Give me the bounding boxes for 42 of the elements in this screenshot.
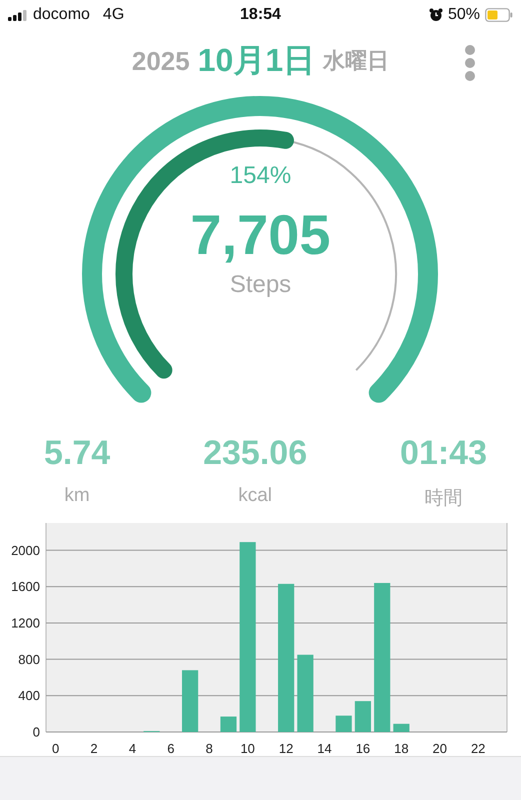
x-tick-label: 18 [394, 741, 409, 756]
weekday-label: 水曜日 [323, 47, 390, 75]
y-tick-label: 0 [32, 724, 40, 740]
x-tick-label: 20 [432, 741, 447, 756]
x-tick-label: 14 [317, 741, 332, 756]
carrier-name: docomo [33, 6, 90, 24]
steps-unit: Steps [230, 271, 292, 299]
x-tick-label: 6 [167, 741, 174, 756]
chart-bar [354, 701, 371, 732]
stat-label: 時間 [424, 487, 463, 511]
y-tick-label: 400 [18, 688, 40, 704]
y-tick-label: 800 [18, 652, 40, 667]
battery-percent: 50% [448, 6, 480, 24]
x-tick-label: 12 [278, 741, 294, 756]
date-label: 10月1日 [198, 41, 316, 80]
y-tick-label: 1200 [11, 615, 40, 630]
x-tick-label: 16 [356, 741, 370, 756]
stat-value: 5.74 [44, 434, 110, 473]
alarm-icon [428, 8, 443, 22]
chart-bar [182, 670, 198, 732]
x-tick-label: 0 [52, 741, 60, 756]
more-icon[interactable] [464, 44, 476, 82]
battery-icon [485, 8, 513, 22]
x-tick-label: 8 [206, 741, 213, 756]
stat-label: kcal [238, 485, 272, 507]
stat-value: 235.06 [203, 434, 308, 473]
y-tick-label: 1600 [11, 579, 40, 594]
year-label: 2025 [132, 46, 190, 76]
x-tick-label: 10 [240, 741, 255, 756]
x-tick-label: 4 [128, 741, 136, 756]
signal-icon [8, 10, 28, 20]
network-type: 4G [102, 6, 124, 24]
stat-label: km [64, 485, 90, 507]
step-count: 7,705 [190, 202, 331, 267]
stat-value: 01:43 [400, 434, 487, 473]
chart-bar [336, 716, 352, 732]
goal-percent: 154% [230, 162, 292, 190]
status-time: 18:54 [239, 6, 282, 24]
chart-bar [220, 716, 237, 732]
x-tick-label: 2 [90, 741, 98, 756]
x-tick-label: 22 [470, 741, 486, 756]
y-tick-label: 2000 [11, 542, 40, 558]
